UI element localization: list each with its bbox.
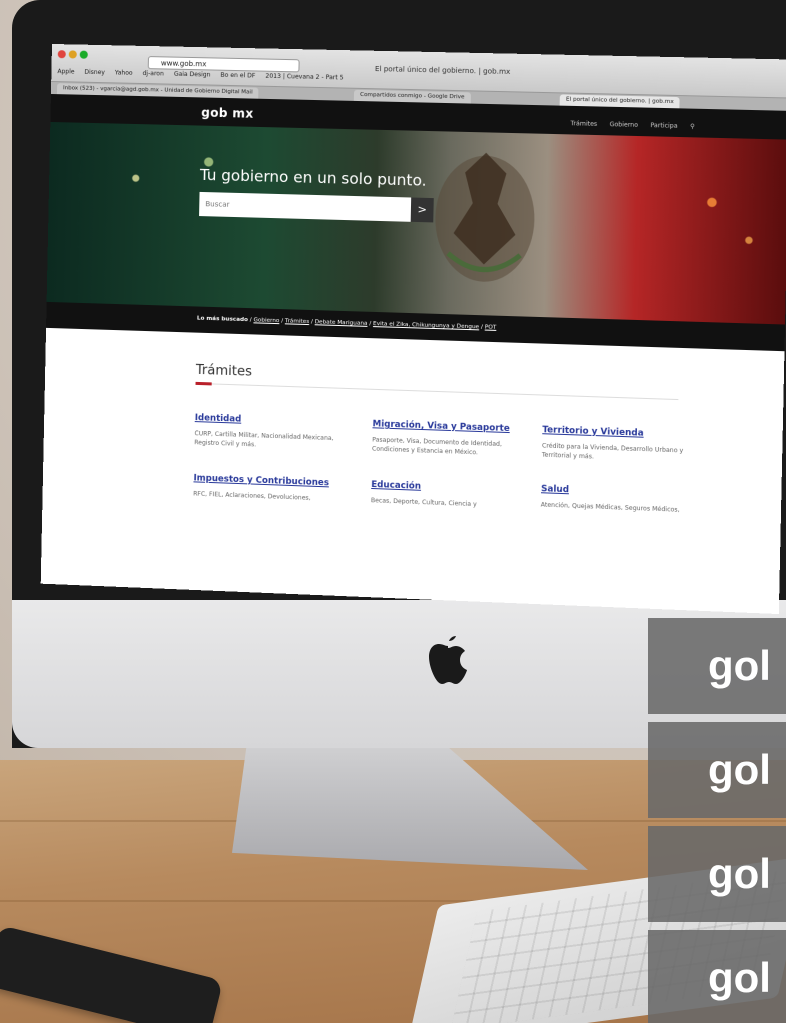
tramite-desc: Becas, Deporte, Cultura, Ciencia y <box>370 497 477 509</box>
section-accent <box>195 381 212 386</box>
most-searched-link[interactable]: Debate Mariguana <box>315 319 368 327</box>
section-divider <box>195 382 679 401</box>
nav-link-gobierno[interactable]: Gobierno <box>609 121 638 129</box>
tramite-card: Territorio y Vivienda Crédito para la Vi… <box>542 425 699 465</box>
stripe-label: gol <box>708 954 771 1001</box>
bookmark-item[interactable]: Gaia Design <box>174 71 211 79</box>
hero-banner: Tu gobierno en un solo punto. > <box>46 121 786 325</box>
zoom-window-icon[interactable] <box>79 50 88 59</box>
most-searched-link[interactable]: Trámites <box>285 318 309 325</box>
tramite-desc: Crédito para la Vivienda, Desarrollo Urb… <box>541 442 684 461</box>
nav-link-tramites[interactable]: Trámites <box>570 120 597 128</box>
stripe-label: gol <box>708 850 771 897</box>
close-window-icon[interactable] <box>57 50 66 59</box>
most-searched-link[interactable]: POT <box>485 324 497 330</box>
site-nav: Trámites Gobierno Participa ⚲ <box>560 120 695 130</box>
search-submit-button[interactable]: > <box>410 197 434 223</box>
tramite-card: Identidad CURP, Cartilla Militar, Nacion… <box>194 413 347 453</box>
tramites-section: Trámites Identidad CURP, Cartilla Milita… <box>40 327 785 615</box>
tramite-link[interactable]: Impuestos y Contribuciones <box>193 473 345 489</box>
bookmark-item[interactable]: Yahoo <box>115 69 133 76</box>
tramite-link[interactable]: Migración, Visa y Pasaporte <box>372 419 526 435</box>
tramite-card: Impuestos y Contribuciones RFC, FIEL, Ac… <box>193 473 346 504</box>
minimize-window-icon[interactable] <box>68 50 77 59</box>
tramite-card: Salud Atención, Quejas Médicas, Seguros … <box>541 484 698 515</box>
tramite-desc: Atención, Quejas Médicas, Seguros Médico… <box>540 501 680 514</box>
tramite-card: Educación Becas, Deporte, Cultura, Cienc… <box>371 480 526 511</box>
logo-stripe: gol <box>648 618 786 714</box>
section-title: Trámites <box>195 362 253 380</box>
most-searched-label: Lo más buscado <box>196 315 249 324</box>
bookmark-item[interactable]: Bo en el DF <box>220 72 255 80</box>
tramite-link[interactable]: Educación <box>371 480 525 496</box>
nav-link-participa[interactable]: Participa <box>650 122 677 130</box>
bookmark-item[interactable]: dj-aron <box>143 70 164 77</box>
screen: www.gob.mx El portal único del gobierno.… <box>40 44 786 615</box>
logo-stripe: gol <box>648 826 786 922</box>
window-title: El portal único del gobierno. | gob.mx <box>374 64 511 76</box>
bookmark-item[interactable]: Disney <box>84 69 105 76</box>
tramite-link[interactable]: Territorio y Vivienda <box>542 425 698 441</box>
search-icon[interactable]: ⚲ <box>690 123 695 130</box>
apple-logo-icon <box>429 636 467 684</box>
bookmark-item[interactable]: Apple <box>57 68 74 75</box>
tramite-link[interactable]: Salud <box>541 484 697 500</box>
stripe-label: gol <box>708 746 771 793</box>
hero-title: Tu gobierno en un solo punto. <box>199 165 427 190</box>
website: gob mx Trámites Gobierno Participa ⚲ Tu … <box>40 93 786 615</box>
tramite-link[interactable]: Identidad <box>195 413 347 428</box>
search-input[interactable] <box>199 191 412 222</box>
coat-of-arms-image <box>434 151 536 284</box>
site-logo[interactable]: gob mx <box>201 105 254 120</box>
tramite-card: Migración, Visa y Pasaporte Pasaporte, V… <box>372 419 527 459</box>
bookmark-item[interactable]: 2013 | Cuevana 2 - Part 5 <box>265 73 343 82</box>
logo-stripe: gol <box>648 930 786 1023</box>
most-searched-link[interactable]: Gobierno <box>253 317 279 324</box>
stripe-label: gol <box>708 642 771 689</box>
chevron-right-icon: > <box>417 202 428 217</box>
tramite-desc: RFC, FIEL, Aclaraciones, Devoluciones, <box>193 490 311 502</box>
tramite-desc: CURP, Cartilla Militar, Nacionalidad Mex… <box>194 430 334 449</box>
logo-stripe: gol <box>648 722 786 818</box>
most-searched-link[interactable]: Evita el Zika, Chikungunya y Dengue <box>373 321 479 330</box>
search-bar: > <box>199 191 434 223</box>
tramite-desc: Pasaporte, Visa, Documento de Identidad,… <box>371 436 503 457</box>
